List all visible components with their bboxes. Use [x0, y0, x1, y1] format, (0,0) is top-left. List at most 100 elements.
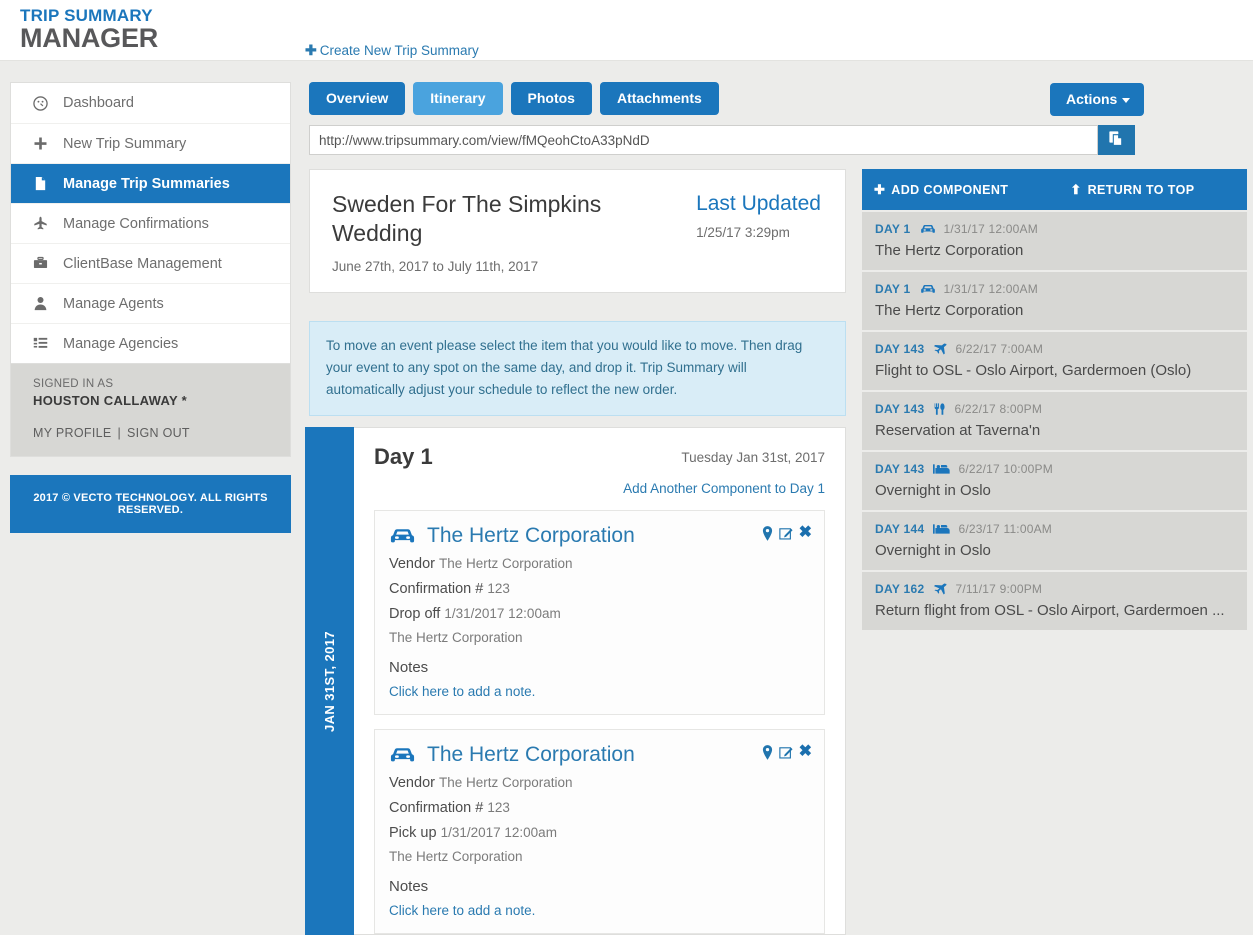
sign-out-link[interactable]: SIGN OUT: [127, 426, 190, 440]
sidebar-item-label: Dashboard: [63, 95, 134, 111]
day-header: Day 1 Tuesday Jan 31st, 2017: [374, 446, 825, 468]
component-time-row: Drop off 1/31/2017 12:00am: [389, 606, 809, 622]
add-note-link[interactable]: Click here to add a note.: [389, 684, 809, 699]
day-full-date: Tuesday Jan 31st, 2017: [681, 446, 825, 465]
list-item-title: Reservation at Taverna'n: [875, 422, 1234, 439]
airplane-icon: [33, 216, 63, 231]
last-updated-label: Last Updated: [696, 193, 821, 214]
copy-url-button[interactable]: [1098, 125, 1135, 155]
actions-label: Actions: [1066, 91, 1117, 107]
create-new-trip-summary-link[interactable]: ✚Create New Trip Summary: [305, 42, 479, 59]
tab-attachments[interactable]: Attachments: [600, 82, 719, 115]
sidebar-item-new-trip-summary[interactable]: New Trip Summary: [11, 123, 290, 163]
time-value: 1/31/2017 12:00am: [441, 825, 557, 840]
document-icon: [33, 176, 63, 191]
day-block: JAN 31ST, 2017 Day 1 Tuesday Jan 31st, 2…: [305, 427, 846, 935]
list-item-title: Overnight in Oslo: [875, 482, 1234, 499]
add-another-component-link[interactable]: Add Another Component to Day 1: [374, 481, 825, 496]
day-title: Day 1: [374, 446, 433, 468]
sidebar-item-clientbase-management[interactable]: ClientBase Management: [11, 243, 290, 283]
logo-line-2: MANAGER: [20, 25, 158, 52]
list-item-meta: DAY 143 6/22/17 8:00PM: [875, 402, 1234, 416]
sidebar: Dashboard New Trip Summary Manage Trip S…: [10, 82, 291, 533]
list-item-meta: DAY 144 6/23/17 11:00AM: [875, 522, 1234, 536]
component-sub-text: The Hertz Corporation: [389, 849, 809, 864]
day-date-tab: JAN 31ST, 2017: [305, 427, 354, 935]
itinerary-component-card[interactable]: The Hertz Corporation ✖ Vendor The Hertz…: [374, 729, 825, 934]
signed-in-box: SIGNED IN AS HOUSTON CALLAWAY * MY PROFI…: [10, 364, 291, 457]
vendor-value: The Hertz Corporation: [439, 556, 573, 571]
list-item[interactable]: DAY 1 1/31/17 12:00AM The Hertz Corporat…: [862, 212, 1247, 270]
map-pin-icon[interactable]: [762, 745, 773, 760]
my-profile-link[interactable]: MY PROFILE: [33, 426, 111, 440]
component-list-panel: ✚ ADD COMPONENT ⬆ RETURN TO TOP DAY 1 1/…: [862, 169, 1247, 630]
sidebar-item-manage-trip-summaries[interactable]: Manage Trip Summaries: [11, 163, 290, 203]
return-to-top-button[interactable]: ⬆ RETURN TO TOP: [1070, 182, 1194, 198]
component-name[interactable]: The Hertz Corporation: [427, 743, 635, 766]
sidebar-item-dashboard[interactable]: Dashboard: [11, 83, 290, 123]
briefcase-icon: [33, 256, 63, 271]
trip-dates: June 27th, 2017 to July 11th, 2017: [332, 259, 823, 274]
close-icon[interactable]: ✖: [799, 744, 812, 760]
confirmation-label: Confirmation #: [389, 800, 483, 816]
list-item-time: 6/22/17 8:00PM: [954, 402, 1042, 416]
tab-photos[interactable]: Photos: [511, 82, 592, 115]
list-item-title: The Hertz Corporation: [875, 242, 1234, 259]
confirmation-label: Confirmation #: [389, 581, 483, 597]
add-component-button[interactable]: ✚ ADD COMPONENT: [874, 182, 1008, 198]
edit-icon[interactable]: [779, 526, 793, 540]
list-item-meta: DAY 143 6/22/17 7:00AM: [875, 342, 1234, 356]
car-icon: [389, 745, 416, 765]
copyright-footer: 2017 © VECTO TECHNOLOGY. ALL RIGHTS RESE…: [10, 475, 291, 533]
sidebar-item-label: ClientBase Management: [63, 256, 222, 272]
trip-header-card: Sweden For The Simpkins Wedding June 27t…: [309, 169, 846, 293]
add-note-link[interactable]: Click here to add a note.: [389, 903, 809, 918]
list-item[interactable]: DAY 1 1/31/17 12:00AM The Hertz Corporat…: [862, 272, 1247, 330]
component-name[interactable]: The Hertz Corporation: [427, 524, 635, 547]
list-item-day: DAY 143: [875, 462, 924, 476]
bed-icon: [933, 463, 950, 475]
share-url-input[interactable]: [309, 125, 1098, 155]
sidebar-item-label: Manage Trip Summaries: [63, 176, 230, 192]
tab-overview[interactable]: Overview: [309, 82, 405, 115]
list-item[interactable]: DAY 162 7/11/17 9:00PM Return flight fro…: [862, 572, 1247, 630]
time-label: Drop off: [389, 606, 440, 622]
edit-icon[interactable]: [779, 745, 793, 759]
sidebar-nav: Dashboard New Trip Summary Manage Trip S…: [10, 82, 291, 364]
arrow-up-icon: ⬆: [1070, 182, 1081, 198]
list-item[interactable]: DAY 143 6/22/17 7:00AM Flight to OSL - O…: [862, 332, 1247, 390]
list-item-meta: DAY 143 6/22/17 10:00PM: [875, 462, 1234, 476]
list-icon: [33, 336, 63, 351]
itinerary-component-card[interactable]: The Hertz Corporation ✖ Vendor The Hertz…: [374, 510, 825, 715]
create-new-label: Create New Trip Summary: [320, 43, 479, 58]
sidebar-item-manage-agents[interactable]: Manage Agents: [11, 283, 290, 323]
list-item-title: Return flight from OSL - Oslo Airport, G…: [875, 602, 1234, 619]
sidebar-item-manage-agencies[interactable]: Manage Agencies: [11, 323, 290, 363]
list-item-title: The Hertz Corporation: [875, 302, 1234, 319]
component-header: The Hertz Corporation: [389, 743, 809, 766]
close-icon[interactable]: ✖: [799, 525, 812, 541]
day-body: Day 1 Tuesday Jan 31st, 2017 Add Another…: [354, 427, 846, 935]
signed-in-label: SIGNED IN AS: [33, 378, 268, 390]
map-pin-icon[interactable]: [762, 526, 773, 541]
list-item[interactable]: DAY 143 6/22/17 10:00PM Overnight in Osl…: [862, 452, 1247, 510]
component-list-header: ✚ ADD COMPONENT ⬆ RETURN TO TOP: [862, 169, 1247, 210]
component-confirmation-row: Confirmation # 123: [389, 581, 809, 597]
list-item[interactable]: DAY 144 6/23/17 11:00AM Overnight in Osl…: [862, 512, 1247, 570]
sidebar-item-manage-confirmations[interactable]: Manage Confirmations: [11, 203, 290, 243]
component-header: The Hertz Corporation: [389, 524, 809, 547]
list-item-day: DAY 162: [875, 582, 924, 596]
list-item[interactable]: DAY 143 6/22/17 8:00PM Reservation at Ta…: [862, 392, 1247, 450]
actions-button[interactable]: Actions: [1050, 83, 1144, 116]
copy-icon: [1108, 130, 1125, 150]
tab-itinerary[interactable]: Itinerary: [413, 82, 502, 115]
time-value: 1/31/2017 12:00am: [444, 606, 560, 621]
list-item-time: 6/22/17 10:00PM: [958, 462, 1052, 476]
list-item-time: 1/31/17 12:00AM: [944, 282, 1038, 296]
component-vendor-row: Vendor The Hertz Corporation: [389, 556, 809, 572]
time-label: Pick up: [389, 825, 437, 841]
component-tools: ✖: [762, 525, 812, 541]
food-icon: [933, 402, 946, 416]
vendor-label: Vendor: [389, 775, 435, 791]
logo-line-1: TRIP SUMMARY: [20, 7, 158, 24]
